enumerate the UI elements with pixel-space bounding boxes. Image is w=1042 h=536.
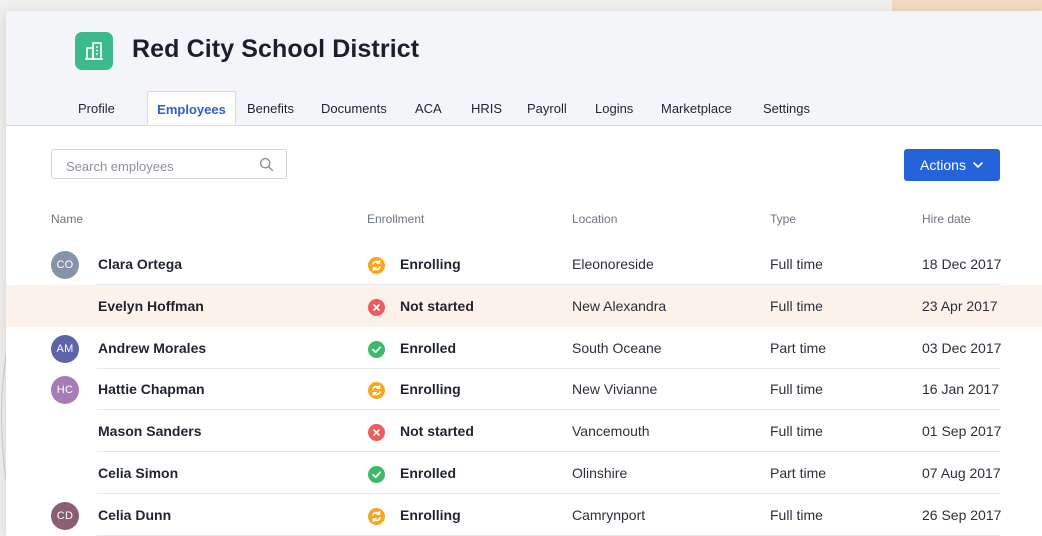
tab-marketplace[interactable]: Marketplace [661,91,732,125]
avatar: AM [51,334,79,363]
enrollment-status: Not started [400,423,474,440]
employment-type: Full time [770,506,823,523]
table-row[interactable]: Evelyn Hoffman Not started New Alexandra Fu… [6,284,1042,327]
status-icon [368,382,385,400]
refresh-icon [372,510,381,522]
employee-location: Camrynport [572,506,646,523]
enrollment-status: Not started [400,297,474,314]
tab-settings[interactable]: Settings [763,91,810,125]
employment-type: Part time [770,465,827,481]
avatar: HC [51,376,79,405]
search-box [51,149,287,179]
hire-date: 03 Dec 2017 [922,339,1002,356]
tab-documents[interactable]: Documents [321,91,387,125]
status-icon [368,424,385,442]
column-header-type[interactable]: Type [770,212,796,226]
tab-benefits[interactable]: Benefits [247,91,294,125]
refresh-icon [372,385,381,397]
table-row[interactable]: HC Hattie Chapman Enrolling New Vivianne Ful… [6,368,1042,411]
actions-button[interactable]: Actions [904,149,1000,181]
enrollment-status: Enrolled [400,465,457,481]
employment-type: Full time [770,297,823,314]
enrollment-status: Enrolling [400,381,461,398]
column-header-name[interactable]: Name [51,212,83,226]
table-row[interactable]: Mason Sanders Not started Vancemouth Full t… [6,410,1042,453]
employment-type: Full time [770,256,823,272]
chevron-down-icon [973,162,983,168]
hire-date: 23 Apr 2017 [922,297,998,314]
employee-location: Vancemouth [572,423,650,440]
status-icon [368,257,385,274]
refresh-icon [372,259,381,272]
tab-profile[interactable]: Profile [78,91,115,125]
tab-aca[interactable]: ACA [415,91,442,125]
column-header-location[interactable]: Location [572,212,617,226]
close-icon [373,429,380,437]
enrollment-status: Enrolled [400,339,457,356]
tab-employees[interactable]: Employees [147,91,236,125]
enrollment-status: Enrolling [400,256,461,272]
table-row[interactable]: Celia Simon Enrolled Olinshire Part time 07 … [6,452,1042,494]
building-icon [85,42,103,60]
column-header-hire-date[interactable]: Hire date [922,212,971,226]
main-panel: Red City School District Profile Employe… [6,11,1042,536]
avatar: CD [51,501,79,530]
close-icon [373,303,380,311]
employee-name[interactable]: Hattie Chapman [98,368,205,410]
status-icon [368,298,385,316]
avatar: CO [51,251,79,279]
employment-type: Full time [770,423,823,440]
employment-type: Part time [770,339,827,356]
hire-date: 01 Sep 2017 [922,423,1002,440]
status-icon [368,466,385,483]
employee-name[interactable]: Celia Simon [98,452,178,494]
employee-name[interactable]: Celia Dunn [98,494,171,536]
enrollment-status: Enrolling [400,506,461,523]
page-header: Red City School District Profile Employe… [6,11,1042,126]
employee-location: Eleonoreside [572,256,654,272]
employee-name[interactable]: Clara Ortega [98,243,182,285]
search-input[interactable] [64,156,258,176]
employee-location: New Alexandra [572,297,667,314]
tab-hris[interactable]: HRIS [471,91,502,125]
org-name: Red City School District [132,35,420,63]
tab-logins[interactable]: Logins [595,91,633,125]
org-logo [75,32,113,70]
employee-name[interactable]: Andrew Morales [98,327,206,369]
table-row[interactable]: AM Andrew Morales Enrolled South Oceane Part… [6,327,1042,369]
search-icon[interactable] [259,157,274,172]
employment-type: Full time [770,381,823,398]
check-icon [372,471,382,479]
actions-button-label: Actions [920,157,966,173]
table-row[interactable]: CD Celia Dunn Enrolling Camrynport Full time… [6,494,1042,536]
tab-bar: Profile Employees Benefits Documents ACA… [6,91,1042,125]
hire-date: 18 Dec 2017 [922,256,1002,272]
status-icon [368,507,385,525]
status-icon [368,340,385,358]
hire-date: 07 Aug 2017 [922,465,1001,481]
employee-name[interactable]: Mason Sanders [98,410,201,452]
check-icon [372,346,382,353]
tab-payroll[interactable]: Payroll [527,91,567,125]
employee-location: Olinshire [572,465,628,481]
hire-date: 26 Sep 2017 [922,506,1002,523]
employee-name[interactable]: Evelyn Hoffman [98,285,204,327]
employee-location: South Oceane [572,339,662,356]
employee-location: New Vivianne [572,381,658,398]
hire-date: 16 Jan 2017 [922,381,1000,398]
table-row[interactable]: CO Clara Ortega Enrolling Eleonoreside Full … [6,243,1042,285]
column-header-enrollment[interactable]: Enrollment [367,212,424,226]
